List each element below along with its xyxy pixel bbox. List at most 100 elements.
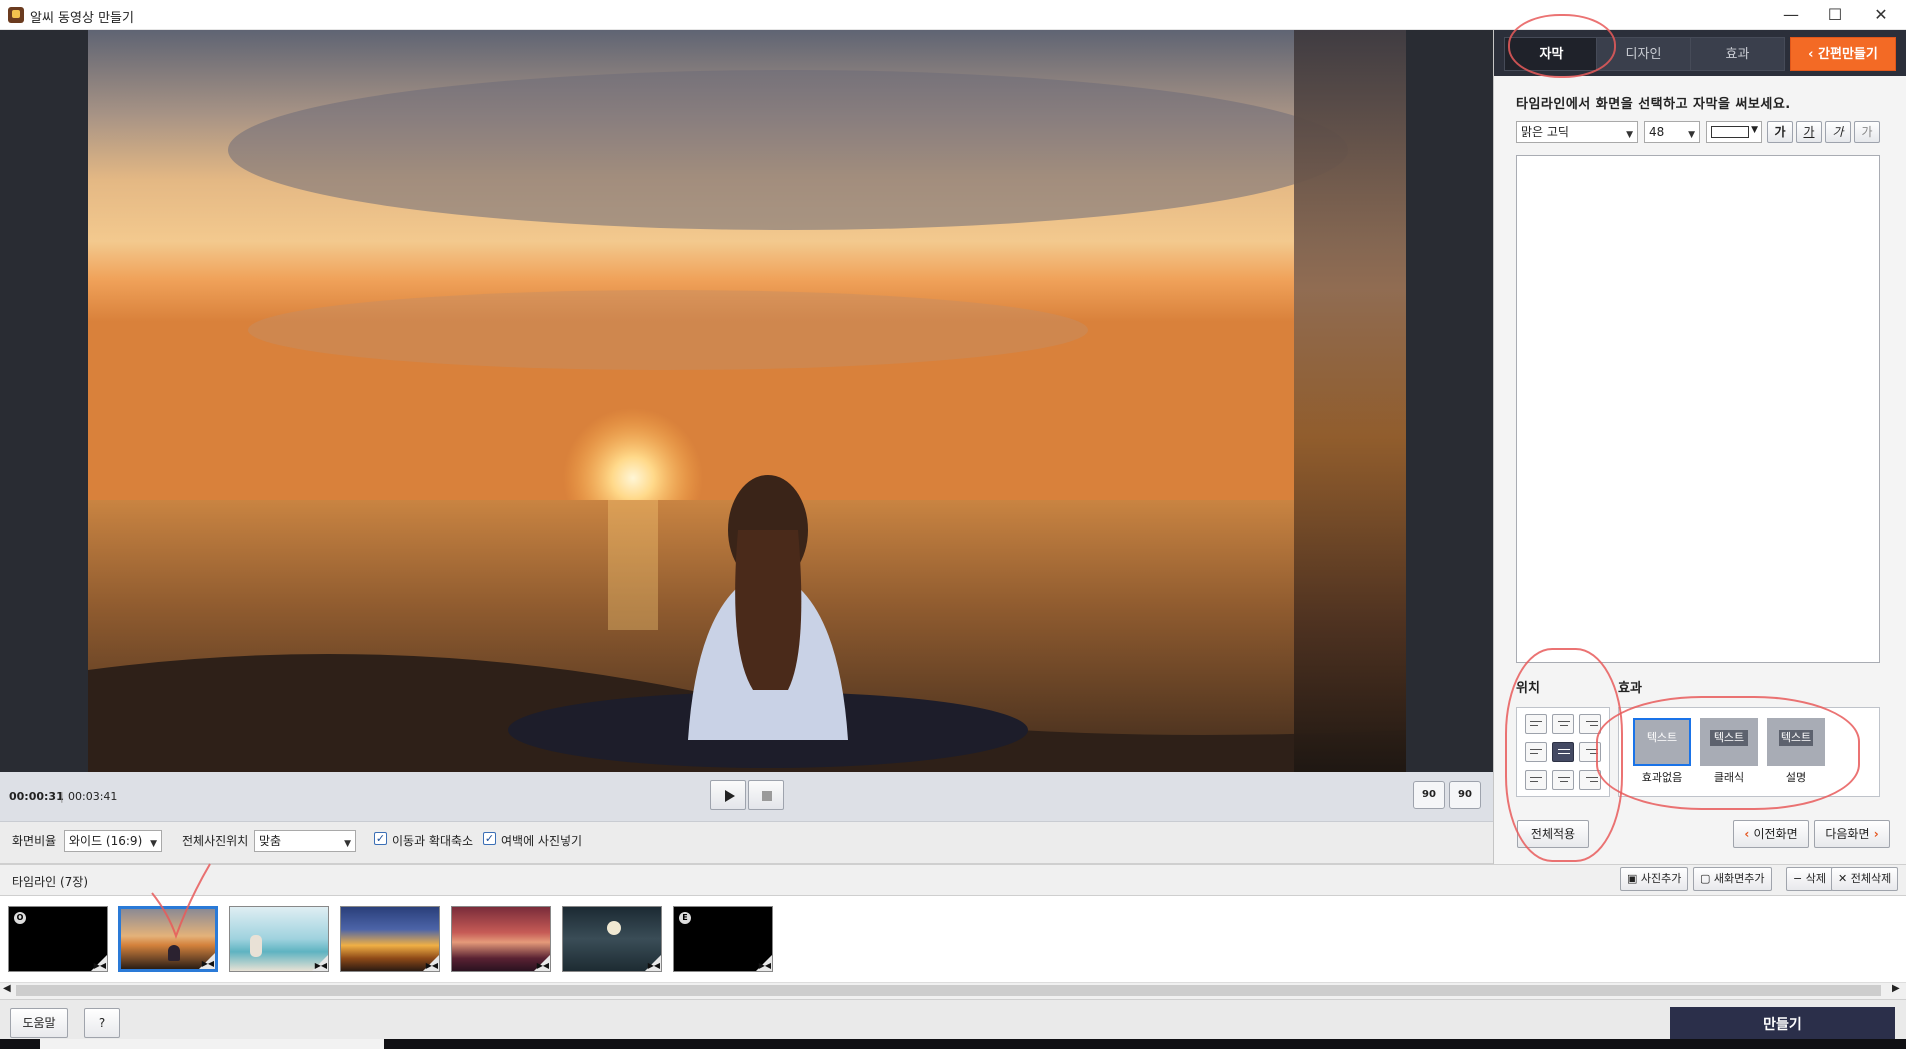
rotate-right-button[interactable]: 90 [1449,781,1481,809]
maximize-button[interactable]: ☐ [1812,0,1858,30]
play-icon [725,790,735,802]
position-bottom-right[interactable] [1579,770,1601,790]
move-zoom-checkbox[interactable]: ✓ [374,832,387,845]
prev-screen-button[interactable]: ‹ 이전화면 [1733,820,1809,848]
transition-icon: ▶◀ [314,961,327,970]
photo-position-label: 전체사진위치 [182,834,249,848]
preview-photo [88,30,1406,772]
effect-chip: 텍스트 [1710,730,1748,746]
close-button[interactable]: ✕ [1858,0,1904,30]
minus-icon: − [1793,872,1806,885]
app-icon [8,7,24,23]
position-middle-center[interactable] [1552,742,1574,762]
tab-subtitle[interactable]: 자막 [1504,37,1599,71]
time-separator: | [60,790,64,803]
rotate-left-button[interactable]: 90 [1413,781,1445,809]
scrollbar-thumb[interactable] [16,985,1881,996]
fill-margin-checkbox[interactable]: ✓ [483,832,496,845]
effect-description-label: 설명 [1785,771,1807,784]
font-value: 맑은 고딕 [1521,125,1569,139]
quick-make-label: 간편만들기 [1818,47,1878,62]
apply-all-button[interactable]: 전체적용 [1517,820,1589,848]
tab-design[interactable]: 디자인 [1596,37,1691,71]
timeline-title: 타임라인 (7장) [12,875,89,889]
window-title: 알씨 동영상 만들기 [30,11,134,26]
prev-screen-label: 이전화면 [1753,827,1798,841]
position-top-right[interactable] [1579,714,1601,734]
photo-position-select[interactable]: 맞춤 ▼ [254,830,356,852]
aspect-ratio-label: 화면비율 [12,834,57,848]
next-screen-button[interactable]: 다음화면 › [1814,820,1890,848]
position-top-center[interactable] [1552,714,1574,734]
delete-all-button[interactable]: ✕ 전체삭제 [1831,867,1899,891]
add-photo-icon: ▣ [1627,872,1641,885]
timeline-thumbnail-ending[interactable]: E ▶◀ [673,906,773,972]
question-button[interactable]: ? [84,1008,120,1038]
timeline-thumbnail-moon[interactable]: ▶◀ [562,906,662,972]
rotate-right-icon: 90 [1458,789,1472,800]
instruction-text: 타임라인에서 화면을 선택하고 자막을 써보세요. [1516,97,1791,112]
delete-button[interactable]: − 삭제 [1786,867,1833,891]
chevron-right-icon: › [1869,827,1879,841]
position-bottom-left[interactable] [1525,770,1547,790]
underline-button[interactable]: 가 [1796,121,1822,143]
transition-icon: ▶◀ [647,961,660,970]
position-top-left[interactable] [1525,714,1547,734]
add-photo-button[interactable]: ▣ 사진추가 [1620,867,1689,891]
delete-all-label: 전체삭제 [1850,872,1892,885]
color-swatch [1711,126,1749,138]
aspect-ratio-select[interactable]: 와이드 (16:9) ▼ [64,830,162,852]
effect-classic-label: 클래식 [1713,771,1745,784]
shadow-button[interactable]: 가 [1854,121,1880,143]
timeline-thumbnail-opening[interactable]: O ▶◀ [8,906,108,972]
effect-none-label: 효과없음 [1641,771,1683,784]
effect-description-option[interactable]: 텍스트 [1767,718,1825,766]
taskbar-search [40,1039,384,1049]
bold-button[interactable]: 가 [1767,121,1793,143]
timeline-thumbnail-sky[interactable]: ▶◀ [340,906,440,972]
moon-shape [607,921,621,935]
position-middle-right[interactable] [1579,742,1601,762]
effect-none-option[interactable]: 텍스트 [1633,718,1691,766]
font-select[interactable]: 맑은 고딕 ▼ [1516,121,1638,143]
play-button[interactable] [710,780,746,810]
chevron-left-icon: ‹ [1808,47,1819,62]
subtitle-textarea[interactable] [1516,155,1880,663]
timeline-thumbnail-mountains[interactable]: ▶◀ [451,906,551,972]
stop-icon [762,791,772,801]
add-screen-button[interactable]: ▢ 새화면추가 [1693,867,1772,891]
position-middle-left[interactable] [1525,742,1547,762]
transition-icon: ▶◀ [536,961,549,970]
position-bottom-center[interactable] [1552,770,1574,790]
color-picker[interactable]: ▼ [1706,121,1762,143]
position-title: 위치 [1516,681,1540,696]
minimize-button[interactable]: — [1768,0,1814,30]
effect-chip: 텍스트 [1779,730,1813,746]
current-time: 00:00:31 [9,790,64,803]
help-button[interactable]: 도움말 [10,1008,68,1038]
font-size-value: 48 [1649,125,1665,139]
font-size-select[interactable]: 48 ▼ [1644,121,1700,143]
stop-button[interactable] [748,780,784,810]
person-figure [250,935,262,957]
effect-classic-option[interactable]: 텍스트 [1700,718,1758,766]
opening-badge: O [14,912,26,924]
quick-make-button[interactable]: ‹ 간편만들기 [1790,37,1896,71]
title-bar [0,0,1906,30]
tab-effect[interactable]: 효과 [1690,37,1785,71]
next-screen-label: 다음화면 [1825,827,1870,841]
rotate-left-icon: 90 [1422,789,1436,800]
timeline-thumbnail-beach[interactable]: ▶◀ [229,906,329,972]
scroll-left-icon[interactable]: ◀ [3,983,11,994]
transition-icon: ▶◀ [93,961,106,970]
chevron-down-icon: ▼ [344,839,351,849]
next-photo-edge [1294,30,1406,772]
effect-chip: 텍스트 [1643,730,1681,746]
effect-title: 효과 [1618,681,1642,696]
italic-button[interactable]: 가 [1825,121,1851,143]
delete-label: 삭제 [1805,872,1826,885]
transition-icon: ▶◀ [425,961,438,970]
make-button[interactable]: 만들기 [1670,1007,1895,1043]
scroll-right-icon[interactable]: ▶ [1892,983,1900,994]
ending-badge: E [679,912,691,924]
